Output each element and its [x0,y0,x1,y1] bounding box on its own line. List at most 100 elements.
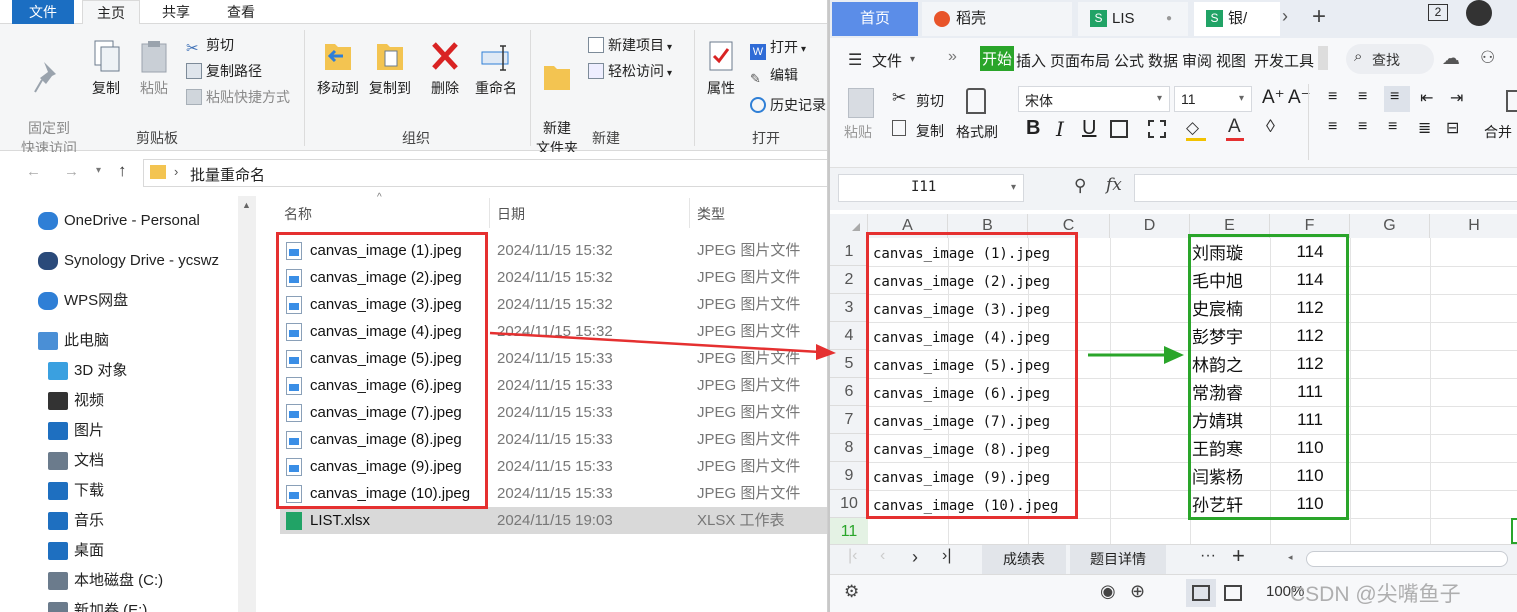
fill-color-icon[interactable]: ◇ [1186,118,1199,138]
easy-access-button[interactable]: 轻松访问 ▾ [588,60,672,82]
merge-button[interactable]: 合并 [1484,122,1512,142]
next-sheet-icon[interactable]: › [912,547,918,568]
wps-copy-button[interactable]: 复制 [916,121,944,141]
align-right-icon[interactable]: ≡ [1388,118,1397,136]
nav-item[interactable]: 文档 [48,448,248,474]
align-top-icon[interactable]: ≡ [1328,88,1337,106]
breadcrumb-folder[interactable]: 批量重命名 [190,164,265,185]
row-header[interactable]: 10 [830,490,868,518]
increase-font-icon[interactable]: A⁺ [1262,86,1285,109]
hamburger-menu-icon[interactable]: ☰ [848,50,862,70]
tab-list-file[interactable]: S LIS ● [1078,2,1188,36]
tab-view[interactable]: 查看 [212,0,270,24]
new-tab-plus-icon[interactable]: + [1312,3,1326,31]
forward-arrow-icon[interactable]: → [64,163,79,180]
menu-dev-tools[interactable]: 开发工具 [1254,50,1314,71]
row-header[interactable]: 2 [830,266,868,294]
nav-item[interactable]: 3D 对象 [48,358,248,384]
distributed-icon[interactable]: ⊟ [1446,118,1459,138]
nav-item[interactable]: 本地磁盘 (C:) [48,568,248,594]
nav-item[interactable]: 此电脑 [38,328,238,354]
avatar[interactable] [1466,0,1492,26]
row-header[interactable]: 7 [830,406,868,434]
row-header[interactable]: 3 [830,294,868,322]
row-header[interactable]: 9 [830,462,868,490]
align-center-icon[interactable]: ≡ [1358,118,1367,136]
cell-style-icon[interactable] [1148,120,1166,138]
nav-item[interactable]: Synology Drive - ycswz [38,248,238,274]
column-header[interactable]: G [1350,214,1430,238]
bold-icon[interactable]: B [1026,117,1040,140]
wps-paste-label[interactable]: 粘贴 [844,122,872,142]
outdent-icon[interactable]: ⇤ [1420,88,1433,108]
indent-icon[interactable]: ⇥ [1450,88,1463,108]
move-to-button[interactable]: 移动到 [312,38,364,98]
menu-data[interactable]: 数据 [1148,50,1178,71]
tab-file[interactable]: 文件 [12,0,74,24]
paste-clipboard-icon[interactable] [848,88,874,118]
cut-button[interactable]: ✂ 剪切 [186,34,234,57]
recent-dropdown-icon[interactable]: ▾ [96,165,101,176]
font-family-select[interactable]: 宋体 ▾ [1018,86,1170,112]
sheet-tab-scores[interactable]: 成绩表 [982,545,1066,574]
scroll-left-icon[interactable]: ◂ [1288,552,1293,563]
macro-icon[interactable]: ⚙ [844,582,859,602]
tab-home-page[interactable]: 首页 [832,2,918,36]
menu-view[interactable]: 视图 [1216,50,1246,71]
align-bottom-button[interactable]: ≡ [1384,86,1410,112]
nav-item[interactable]: 下载 [48,478,248,504]
function-fx-icon[interactable]: fx [1106,175,1122,195]
column-header[interactable]: H [1430,214,1517,238]
nav-item[interactable]: 新加卷 (E:) [48,598,248,612]
row-header[interactable]: 11 [830,518,868,546]
add-user-icon[interactable]: ⚇ [1480,48,1495,68]
history-button[interactable]: 历史记录 [750,94,826,116]
new-folder-button[interactable]: 新建 文件夹 [532,38,582,158]
column-header[interactable]: D [1110,214,1190,238]
underline-icon[interactable]: U [1082,117,1096,140]
copy-path-button[interactable]: 复制路径 [186,60,262,82]
tab-active-file[interactable]: S 银/ [1194,2,1280,36]
italic-icon[interactable]: I [1056,117,1064,141]
row-header[interactable]: 8 [830,434,868,462]
menu-formula[interactable]: 公式 [1114,50,1144,71]
double-chevron-icon[interactable]: » [948,48,957,66]
edit-button[interactable]: ✎ 编辑 [750,64,798,86]
new-item-button[interactable]: 新建项目 ▾ [588,34,672,56]
tab-share[interactable]: 共享 [146,0,206,24]
nav-item[interactable]: 图片 [48,418,248,444]
select-all-corner[interactable] [830,214,868,238]
menu-scroll-button[interactable] [1318,46,1328,70]
format-painter-button[interactable]: 格式刷 [956,122,998,142]
font-color-icon[interactable]: A [1228,116,1241,138]
up-arrow-icon[interactable]: ↑ [118,161,127,181]
row-header[interactable]: 6 [830,378,868,406]
paste-button[interactable]: 粘贴 [134,38,174,98]
eye-protection-icon[interactable]: ◉ [1100,581,1116,602]
nav-item[interactable]: WPS网盘 [38,288,238,314]
font-size-select[interactable]: 11 ▾ [1174,86,1252,112]
page-layout-icon[interactable] [1224,585,1242,601]
normal-view-button[interactable] [1186,579,1216,607]
wps-cut-button[interactable]: 剪切 [916,91,944,111]
copy-to-button[interactable]: 复制到 [364,38,416,98]
cloud-icon[interactable]: ☁ [1442,48,1460,69]
row-header[interactable]: 5 [830,350,868,378]
paste-shortcut-button[interactable]: 粘贴快捷方式 [186,86,290,108]
rename-button[interactable]: 重命名 [470,38,522,98]
zoom-formula-icon[interactable]: ⚲ [1074,176,1086,196]
tab-home[interactable]: 主页 [82,0,140,25]
window-count-badge[interactable]: 2 [1428,4,1448,21]
menu-insert[interactable]: 插入 [1016,50,1046,71]
pin-quick-access-button[interactable]: 固定到 快速访问 [14,38,84,158]
menu-start[interactable]: 开始 [980,46,1015,71]
more-sheets-icon[interactable]: ··· [1200,547,1216,565]
menu-layout[interactable]: 页面布局 [1050,50,1110,71]
first-sheet-icon[interactable]: |‹ [848,547,857,565]
border-icon[interactable] [1110,120,1128,138]
copy-button[interactable]: 复制 [86,38,126,98]
scroll-up-icon[interactable]: ▲ [242,200,251,210]
nav-item[interactable]: 视频 [48,388,248,414]
column-header-type[interactable]: 类型 [697,204,725,224]
nav-item[interactable]: OneDrive - Personal [38,208,238,234]
